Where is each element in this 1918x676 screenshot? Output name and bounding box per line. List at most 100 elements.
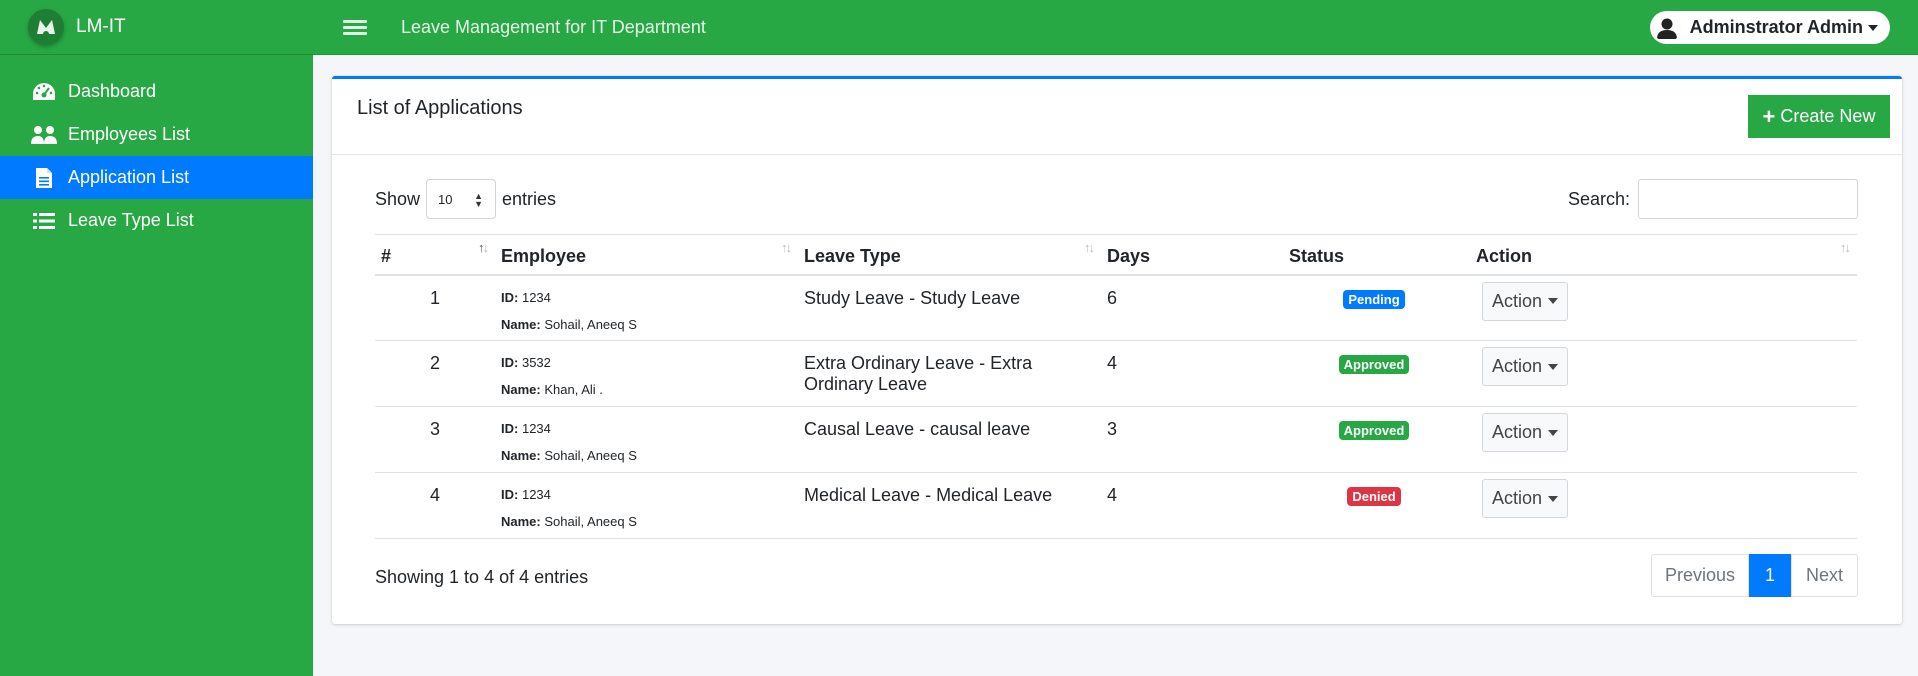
- sort-icon: ↑↓: [1840, 240, 1851, 255]
- sidebar-item-label: Dashboard: [68, 81, 157, 101]
- avatar: [1652, 13, 1681, 42]
- user-name: Adminstrator Admin: [1689, 17, 1863, 37]
- create-new-button[interactable]: + Create New: [1748, 95, 1890, 138]
- entries-label: entries: [502, 188, 557, 209]
- list-icon: [30, 209, 58, 233]
- top-navbar: Leave Management for IT Department Admin…: [313, 0, 1918, 55]
- search-control: Search:: [1568, 179, 1858, 219]
- employee-id: 1234: [521, 487, 551, 502]
- days-cell: 6: [1101, 274, 1283, 341]
- card-header: List of Applications + Create New: [332, 79, 1902, 155]
- previous-page-button[interactable]: Previous: [1651, 554, 1749, 597]
- employee-id: 1234: [521, 421, 551, 436]
- table-row: 3 ID: 1234 Name: Sohail, Aneeq S Causal …: [375, 406, 1857, 473]
- page-length-control: Show 10 ▲ ▼ entries: [375, 179, 556, 219]
- employee-name: Khan, Ali .: [544, 382, 603, 397]
- status-cell: Approved: [1283, 340, 1465, 407]
- table-info: Showing 1 to 4 of 4 entries: [375, 567, 589, 587]
- sidebar-item-employees[interactable]: Employees List: [0, 113, 313, 156]
- action-cell: Action: [1465, 340, 1857, 407]
- employee-name: Sohail, Aneeq S: [544, 316, 637, 332]
- sidebar: LM-IT Dashboard Employees List Applicati…: [0, 0, 313, 676]
- status-cell: Pending: [1283, 274, 1465, 341]
- file-icon: [30, 166, 58, 190]
- table-row: 4 ID: 1234 Name: Sohail, Aneeq S Medical…: [375, 472, 1857, 539]
- action-cell: Action: [1465, 406, 1857, 473]
- brand[interactable]: LM-IT: [0, 0, 313, 55]
- action-dropdown-button[interactable]: Action: [1482, 281, 1568, 321]
- search-label: Search:: [1567, 188, 1630, 209]
- status-badge: Denied: [1347, 487, 1401, 506]
- days-cell: 3: [1101, 406, 1283, 473]
- employee-id: 3532: [521, 355, 551, 370]
- sidebar-item-leave-types[interactable]: Leave Type List: [0, 199, 313, 242]
- next-page-button[interactable]: Next: [1791, 554, 1858, 597]
- leave-type-cell: Causal Leave - causal leave: [798, 406, 1101, 473]
- employee-cell: ID: 1234 Name: Sohail, Aneeq S: [495, 406, 798, 473]
- employee-name: Sohail, Aneeq S: [544, 514, 637, 529]
- sidebar-nav: Dashboard Employees List Application Lis…: [0, 70, 313, 242]
- brand-name: LM-IT: [76, 16, 126, 37]
- dashboard-gauge-icon: [30, 80, 58, 104]
- plus-icon: +: [1762, 103, 1776, 129]
- page-length-select[interactable]: 10 ▲ ▼: [426, 179, 497, 219]
- employee-cell: ID: 3532 Name: Khan, Ali .: [495, 340, 798, 407]
- chevron-down-icon: [1548, 495, 1559, 502]
- status-badge: Approved: [1338, 355, 1410, 374]
- sort-icon: ↑↓: [1084, 240, 1095, 255]
- sidebar-item-label: Application List: [68, 167, 190, 187]
- table-header-row: # ↑↓ Employee ↑↓ Leave Type ↑↓ Days Status …: [375, 234, 1857, 276]
- chevron-down-icon: [1868, 24, 1878, 31]
- users-icon: [30, 123, 58, 147]
- employee-cell: ID: 1234 Name: Sohail, Aneeq S: [495, 274, 798, 341]
- page-1-button[interactable]: 1: [1749, 554, 1791, 597]
- page-length-value: 10: [438, 191, 453, 207]
- column-header-days: Days: [1101, 234, 1283, 276]
- row-number: 1: [375, 274, 495, 341]
- employee-cell: ID: 1234 Name: Sohail, Aneeq S: [495, 472, 798, 539]
- column-header-employee[interactable]: Employee ↑↓: [495, 234, 798, 276]
- action-dropdown-button[interactable]: Action: [1482, 413, 1568, 452]
- leave-type-cell: Medical Leave - Medical Leave: [798, 472, 1101, 539]
- column-header-leave-type[interactable]: Leave Type ↑↓: [798, 234, 1101, 276]
- row-number: 3: [375, 406, 495, 473]
- sidebar-item-dashboard[interactable]: Dashboard: [0, 70, 313, 113]
- show-label: Show: [375, 188, 421, 209]
- employee-name: Sohail, Aneeq S: [544, 448, 637, 463]
- status-badge: Approved: [1338, 421, 1410, 440]
- pagination: Previous 1 Next: [1651, 554, 1858, 597]
- sort-icon: ↑↓: [478, 240, 489, 255]
- days-cell: 4: [1101, 472, 1283, 539]
- column-header-action[interactable]: Action ↑↓: [1465, 234, 1857, 276]
- row-number: 2: [375, 340, 495, 407]
- row-number: 4: [375, 472, 495, 539]
- brand-logo-icon: [28, 9, 64, 45]
- action-dropdown-button[interactable]: Action: [1482, 479, 1568, 518]
- leave-type-cell: Extra Ordinary Leave - Extra Ordinary Le…: [798, 340, 1101, 407]
- days-cell: 4: [1101, 340, 1283, 407]
- employee-id: 1234: [521, 289, 551, 305]
- search-input[interactable]: [1638, 179, 1858, 219]
- status-cell: Denied: [1283, 472, 1465, 539]
- chevron-down-icon: [1548, 429, 1559, 436]
- applications-table: # ↑↓ Employee ↑↓ Leave Type ↑↓ Days Status …: [375, 234, 1857, 539]
- chevron-down-icon: [1548, 363, 1559, 370]
- column-header-number[interactable]: # ↑↓: [375, 234, 495, 276]
- sidebar-item-applications[interactable]: Application List: [0, 156, 313, 199]
- action-cell: Action: [1465, 274, 1857, 341]
- status-badge: Pending: [1343, 289, 1405, 309]
- sidebar-item-label: Employees List: [68, 124, 191, 144]
- status-cell: Approved: [1283, 406, 1465, 473]
- sidebar-item-label: Leave Type List: [68, 210, 194, 230]
- user-dropdown[interactable]: Adminstrator Admin: [1649, 11, 1890, 44]
- applications-card: List of Applications + Create New Show 1…: [332, 76, 1902, 624]
- table-row: 1 ID: 1234 Name: Sohail, Aneeq S Study L…: [375, 274, 1857, 341]
- sort-icon: ↑↓: [781, 240, 792, 255]
- action-cell: Action: [1465, 472, 1857, 539]
- hamburger-menu-icon[interactable]: [343, 17, 367, 38]
- app-title: Leave Management for IT Department: [401, 16, 706, 37]
- sort-arrows-icon: ▲ ▼: [474, 191, 484, 209]
- action-dropdown-button[interactable]: Action: [1482, 347, 1568, 386]
- column-header-status: Status: [1283, 234, 1465, 276]
- page-title: List of Applications: [357, 97, 523, 119]
